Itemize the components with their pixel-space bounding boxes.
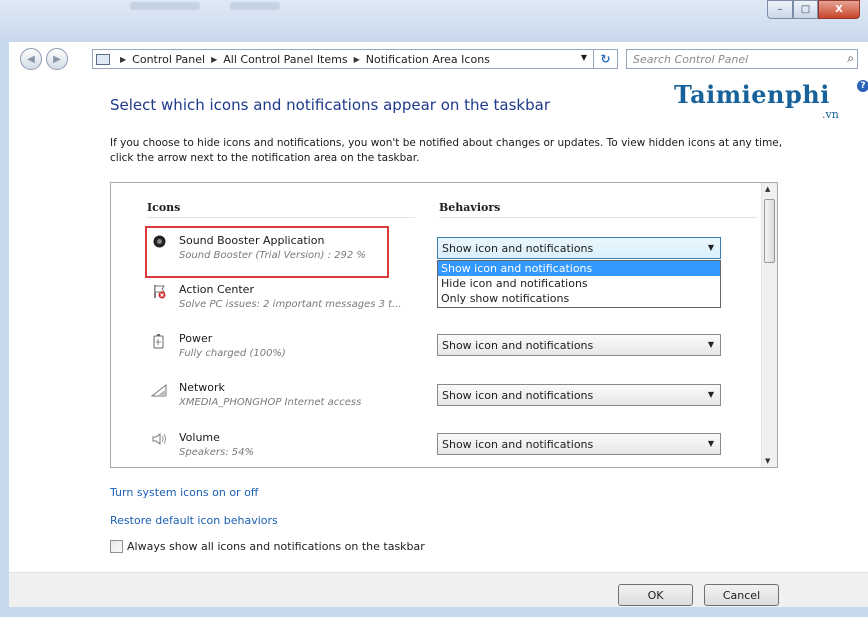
scroll-down-arrow-icon[interactable]: ▼ [765,457,770,465]
restore-defaults-link[interactable]: Restore default icon behaviors [110,514,278,527]
list-scrollbar[interactable]: ▲ ▼ [761,183,777,467]
window-title-blur [230,2,280,10]
breadcrumb-chevron-icon[interactable]: ▶ [211,55,217,64]
chevron-down-icon: ▼ [707,390,714,399]
minimize-button[interactable]: – [767,0,793,19]
minimize-icon: – [777,4,783,15]
maximize-button[interactable]: □ [793,0,818,19]
back-button[interactable]: ◀ [20,48,42,70]
dropdown-option-hide-icon[interactable]: Hide icon and notifications [438,276,720,291]
breadcrumb-notification-area-icons[interactable]: Notification Area Icons [366,53,490,66]
behavior-select-power[interactable]: Show icon and notifications ▼ [437,334,721,356]
breadcrumb-chevron-icon: ▶ [120,54,127,64]
row-name-action-center: Action Center [179,283,254,296]
action-center-flag-icon [151,283,167,299]
dropdown-option-only-notifications[interactable]: Only show notifications [438,291,720,306]
forward-button[interactable]: ▶ [46,48,68,70]
network-signal-icon [151,382,167,398]
breadcrumb-all-items[interactable]: All Control Panel Items [223,53,347,66]
behavior-select-value: Show icon and notifications [442,241,594,255]
window-border-left [0,42,9,607]
column-header-behaviors: Behaviors [439,201,501,214]
behavior-select-sound-booster[interactable]: Show icon and notifications ▼ [437,237,721,259]
always-show-option[interactable]: Always show all icons and notifications … [110,540,425,553]
watermark-logo-suffix: .vn [822,108,839,121]
behavior-dropdown-list: Show icon and notifications Hide icon an… [437,260,721,308]
cancel-button[interactable]: Cancel [704,584,779,606]
window-title-blur [130,2,200,10]
highlight-annotation [145,226,389,278]
row-name-power: Power [179,332,213,345]
watermark-logo: Taimienphi [674,80,830,109]
speaker-volume-icon [151,431,167,447]
behavior-select-network[interactable]: Show icon and notifications ▼ [437,384,721,406]
column-divider [147,217,415,218]
always-show-checkbox[interactable] [110,540,123,553]
behavior-select-value: Show icon and notifications [442,388,594,402]
maximize-icon: □ [800,4,811,15]
icons-list-panel: Icons Behaviors Sound Booster Applicatio… [110,182,778,468]
refresh-icon: ↻ [600,52,611,66]
always-show-label: Always show all icons and notifications … [127,540,425,553]
back-arrow-icon: ◀ [27,53,35,65]
row-detail-network: XMEDIA_PHONGHOP Internet access [179,397,362,408]
ok-button[interactable]: OK [618,584,693,606]
search-placeholder: Search Control Panel [633,52,749,66]
row-detail-action-center: Solve PC issues: 2 important messages 3 … [179,299,402,310]
scroll-up-arrow-icon[interactable]: ▲ [765,185,770,193]
ok-button-label: OK [647,588,664,602]
behavior-select-value: Show icon and notifications [442,437,594,451]
close-icon: X [835,4,843,15]
row-name-volume: Volume [179,431,220,444]
scroll-thumb[interactable] [764,199,775,263]
chevron-down-icon: ▼ [707,340,714,349]
cancel-button-label: Cancel [722,588,761,602]
page-title: Select which icons and notifications app… [110,96,550,114]
behavior-select-value: Show icon and notifications [442,338,594,352]
behavior-select-volume[interactable]: Show icon and notifications ▼ [437,433,721,455]
refresh-button[interactable]: ↻ [593,49,617,69]
turn-system-icons-link[interactable]: Turn system icons on or off [110,486,258,499]
close-button[interactable]: X [818,0,860,19]
forward-arrow-icon: ▶ [53,53,61,65]
row-detail-volume: Speakers: 54% [179,447,255,458]
breadcrumb-control-panel[interactable]: Control Panel [132,53,205,66]
chevron-down-icon: ▼ [707,243,714,252]
address-bar[interactable]: ▶ Control Panel ▶ All Control Panel Item… [92,49,618,69]
column-divider [439,217,757,218]
power-battery-icon [151,333,167,349]
address-history-dropdown-icon[interactable]: ▼ [581,53,587,62]
breadcrumb-chevron-icon[interactable]: ▶ [354,55,360,64]
window-controls: – □ X [767,0,860,19]
help-icon[interactable]: ? [857,80,868,92]
column-header-icons: Icons [147,201,181,214]
row-detail-power: Fully charged (100%) [179,348,286,359]
window-border-bottom [0,607,868,617]
control-panel-icon [96,53,110,65]
search-icon[interactable]: ⌕ [847,51,854,66]
dropdown-option-show-icon[interactable]: Show icon and notifications [438,261,720,276]
page-description: If you choose to hide icons and notifica… [110,137,783,164]
row-name-network: Network [179,381,225,394]
chevron-down-icon: ▼ [707,439,714,448]
search-input[interactable]: Search Control Panel ⌕ [626,49,858,69]
